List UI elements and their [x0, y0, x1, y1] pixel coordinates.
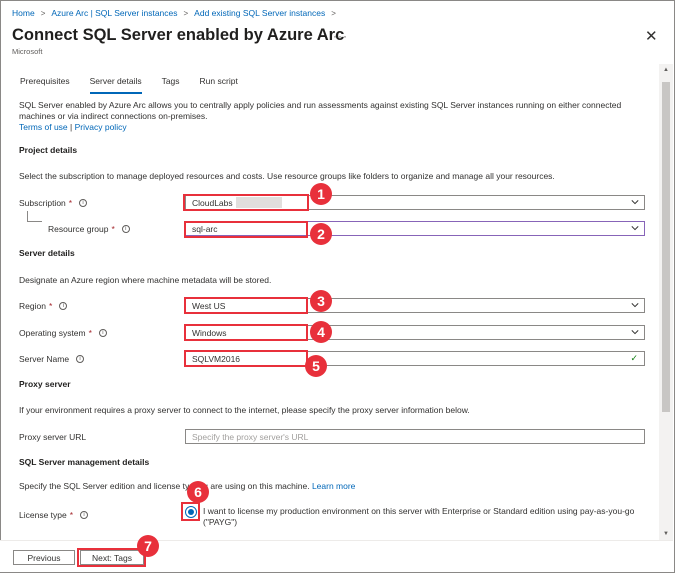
chevron-right-icon: >	[40, 8, 46, 18]
server-details-desc: Designate an Azure region where machine …	[19, 275, 272, 285]
proxy-url-label-row: Proxy server URL	[19, 432, 86, 442]
subscription-label: Subscription	[19, 198, 66, 208]
management-desc-part1: Specify the SQL Server edition and licen…	[19, 481, 190, 491]
checkmark-icon: ✓	[630, 353, 638, 363]
info-icon[interactable]: i	[59, 302, 68, 310]
chevron-right-icon: >	[183, 8, 189, 18]
info-icon[interactable]: i	[76, 355, 85, 363]
tab-server-details[interactable]: Server details	[89, 74, 142, 94]
highlight-box-subscription	[183, 194, 309, 211]
highlight-box-resource-group	[184, 221, 308, 238]
breadcrumb-add-instances[interactable]: Add existing SQL Server instances	[194, 8, 325, 18]
privacy-policy-link[interactable]: Privacy policy	[75, 122, 127, 132]
tab-tags[interactable]: Tags	[162, 74, 180, 94]
breadcrumb: Home > Azure Arc | SQL Server instances …	[12, 8, 336, 18]
previous-button[interactable]: Previous	[13, 550, 75, 565]
resource-group-label-row: Resource group * i	[48, 224, 130, 234]
proxy-server-heading: Proxy server	[19, 379, 71, 389]
vertical-scrollbar[interactable]: ▲ ▼	[659, 64, 673, 540]
server-name-label-row: Server Name i	[19, 354, 85, 364]
highlight-box-region	[184, 297, 308, 314]
intro-text: SQL Server enabled by Azure Arc allows y…	[19, 100, 622, 121]
step-marker-1: 1	[310, 183, 332, 205]
breadcrumb-home[interactable]: Home	[12, 8, 35, 18]
server-name-label: Server Name	[19, 354, 70, 364]
chevron-right-icon: >	[331, 8, 336, 18]
step-marker-6: 6	[187, 481, 209, 503]
project-details-heading: Project details	[19, 145, 78, 155]
tree-connector	[27, 211, 42, 222]
intro-section: SQL Server enabled by Azure Arc allows y…	[19, 100, 649, 133]
region-label: Region	[19, 301, 46, 311]
required-asterisk: *	[68, 198, 73, 208]
region-label-row: Region * i	[19, 301, 68, 311]
step-marker-2: 2	[310, 223, 332, 245]
proxy-url-input[interactable]: Specify the proxy server's URL	[185, 429, 645, 444]
more-options-icon[interactable]: ···	[333, 29, 348, 43]
proxy-url-label: Proxy server URL	[19, 432, 87, 442]
step-marker-3: 3	[310, 290, 332, 312]
highlight-box-os	[184, 324, 308, 341]
resource-group-label: Resource group	[48, 224, 109, 234]
learn-more-link[interactable]: Learn more	[312, 481, 355, 491]
license-type-label-row: License type * i	[19, 510, 89, 520]
project-details-desc: Select the subscription to manage deploy…	[19, 171, 555, 181]
highlight-box-next	[77, 548, 146, 567]
tab-bar: Prerequisites Server details Tags Run sc…	[20, 74, 258, 94]
scroll-down-icon[interactable]: ▼	[663, 531, 669, 537]
required-asterisk: *	[69, 510, 74, 520]
payg-radio-label: I want to license my production environm…	[203, 506, 635, 527]
intro-links: Terms of use | Privacy policy	[19, 122, 649, 133]
step-marker-4: 4	[310, 321, 332, 343]
close-icon[interactable]: ✕	[645, 27, 658, 45]
license-type-label: License type	[19, 510, 67, 520]
publisher-label: Microsoft	[12, 47, 43, 56]
required-asterisk: *	[111, 224, 115, 234]
required-asterisk: *	[88, 328, 92, 338]
scrollbar-thumb[interactable]	[662, 82, 670, 412]
breadcrumb-sql-instances[interactable]: Azure Arc | SQL Server instances	[51, 8, 177, 18]
proxy-url-placeholder: Specify the proxy server's URL	[192, 431, 309, 442]
os-label: Operating system	[19, 328, 86, 338]
os-label-row: Operating system * i	[19, 328, 107, 338]
tab-run-script[interactable]: Run script	[200, 74, 238, 94]
chevron-down-icon	[631, 330, 639, 335]
highlight-box-license	[181, 502, 200, 521]
page-title: Connect SQL Server enabled by Azure Arc	[12, 26, 345, 44]
info-icon[interactable]: i	[79, 199, 88, 207]
subscription-label-row: Subscription * i	[19, 198, 88, 208]
scroll-up-icon[interactable]: ▲	[663, 67, 669, 73]
required-asterisk: *	[48, 301, 53, 311]
tab-prerequisites[interactable]: Prerequisites	[20, 74, 70, 94]
highlight-box-server-name	[184, 350, 308, 367]
info-icon[interactable]: i	[98, 329, 107, 337]
chevron-down-icon	[631, 303, 639, 308]
management-desc-part2: u are using on this machine.	[203, 481, 310, 491]
link-divider: |	[70, 122, 73, 132]
step-marker-7: 7	[137, 535, 159, 557]
terms-of-use-link[interactable]: Terms of use	[19, 122, 68, 132]
info-icon[interactable]: i	[121, 225, 130, 233]
chevron-down-icon	[631, 200, 639, 205]
proxy-server-desc: If your environment requires a proxy ser…	[19, 405, 470, 415]
step-marker-5: 5	[305, 355, 327, 377]
info-icon[interactable]: i	[80, 511, 89, 519]
chevron-down-icon	[631, 226, 639, 231]
management-heading: SQL Server management details	[19, 457, 150, 467]
server-details-heading: Server details	[19, 248, 75, 258]
